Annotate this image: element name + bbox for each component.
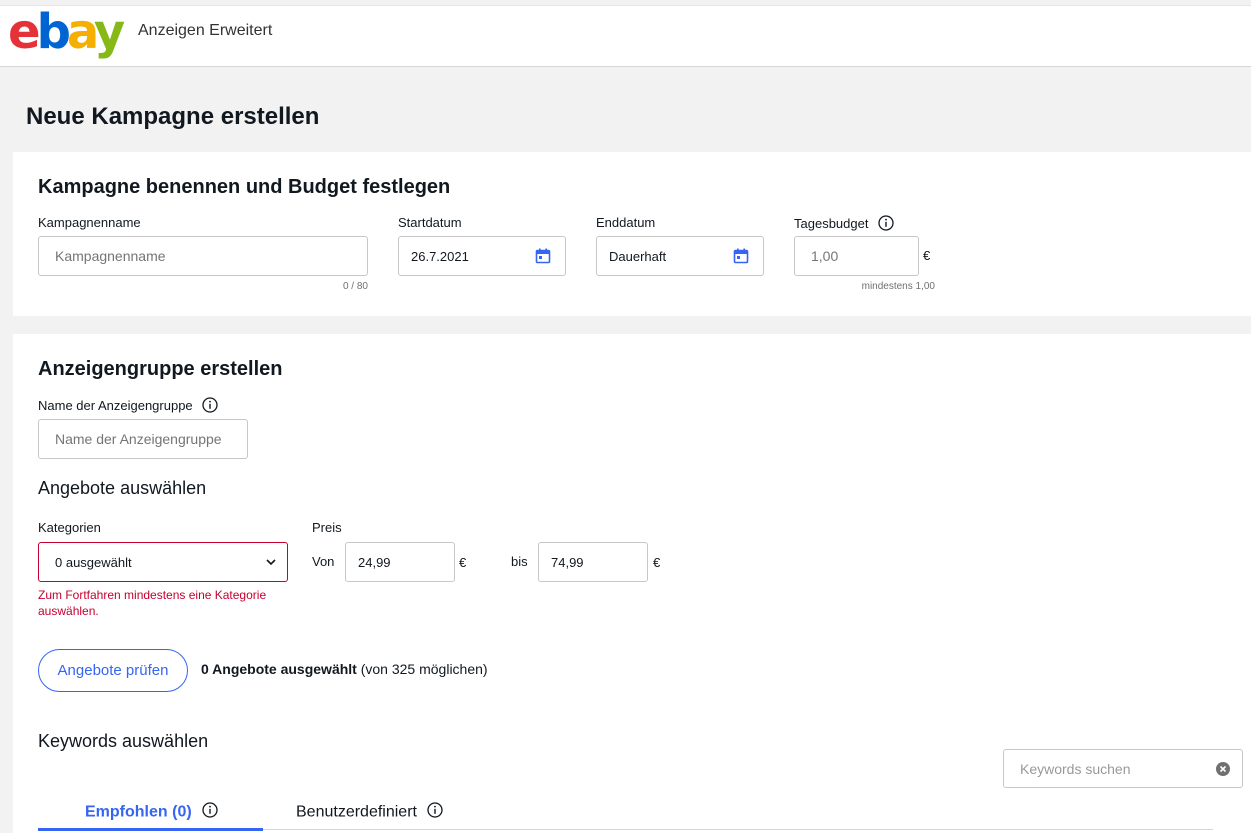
categories-value: 0 ausgewählt [55,554,132,570]
daily-budget-label: Tagesbudget [794,215,894,234]
tab-recommended[interactable]: Empfohlen (0) [85,802,218,823]
info-icon[interactable] [427,802,444,823]
campaign-name-counter: 0 / 80 [342,281,368,292]
price-to-value: 74,99 [551,554,584,570]
active-tab-indicator [38,828,263,831]
end-date-field[interactable]: Dauerhaft [596,236,764,276]
keywords-heading: Keywords auswählen [38,731,209,751]
ebay-logo[interactable]: ebay [8,2,125,62]
budget-hint: mindestens 1,00 [861,281,935,292]
daily-budget-input[interactable] [794,236,919,276]
price-from-currency: € [459,555,467,570]
end-date-label: Enddatum [596,215,656,230]
info-icon[interactable] [878,215,894,234]
adgroup-heading: Anzeigengruppe erstellen [38,358,283,380]
keywords-search-placeholder: Keywords suchen [1020,760,1131,777]
price-from-value: 24,99 [358,554,391,570]
selected-offers-count-rest: (von 325 möglichen) [356,661,488,677]
adgroup-card: Anzeigengruppe erstellen Name der Anzeig… [13,334,1251,833]
tab-recommended-label: Empfohlen (0) [85,803,192,821]
price-from-input[interactable]: 24,99 [345,542,455,582]
selected-offers-count: 0 Angebote ausgewählt (von 325 möglichen… [201,661,488,677]
campaign-name-input[interactable] [38,236,368,276]
tab-custom[interactable]: Benutzerdefiniert [296,802,444,823]
end-date-value: Dauerhaft [609,248,667,264]
selected-offers-count-bold: 0 Angebote ausgewählt [201,661,357,677]
info-icon[interactable] [202,397,218,416]
adgroup-name-label: Name der Anzeigengruppe [38,397,218,416]
adgroup-name-label-text: Name der Anzeigengruppe [38,397,193,413]
categories-error: Zum Fortfahren mindestens eine Kategorie… [38,588,267,618]
tab-custom-label: Benutzerdefiniert [296,803,417,821]
chevron-down-icon [265,556,277,571]
check-offers-button[interactable]: Angebote prüfen [38,649,188,692]
price-to-input[interactable]: 74,99 [538,542,648,582]
top-bar: ebay Anzeigen Erweitert [0,2,1251,67]
categories-label: Kategorien [38,520,101,535]
campaign-heading: Kampagne benennen und Budget festlegen [38,176,451,198]
price-to-currency: € [653,555,661,570]
start-date-value: 26.7.2021 [411,248,469,264]
categories-select[interactable]: 0 ausgewählt [38,542,288,582]
keywords-search-input[interactable]: Keywords suchen [1003,749,1243,788]
offers-heading: Angebote auswählen [38,478,207,498]
calendar-icon[interactable] [733,248,749,267]
campaign-card: Kampagne benennen und Budget festlegen K… [13,152,1251,316]
price-label: Preis [312,520,342,535]
start-date-label: Startdatum [398,215,462,230]
campaign-name-label: Kampagnenname [38,215,141,230]
calendar-icon[interactable] [535,248,551,267]
app-title: Anzeigen Erweitert [138,22,273,39]
clear-icon[interactable] [1216,762,1230,779]
price-from-label: Von [312,554,335,569]
budget-currency: € [923,248,931,263]
adgroup-name-input[interactable] [38,419,248,459]
info-icon[interactable] [202,802,218,823]
price-to-label: bis [511,554,528,569]
start-date-field[interactable]: 26.7.2021 [398,236,566,276]
page-title: Neue Kampagne erstellen [26,103,320,130]
daily-budget-label-text: Tagesbudget [794,215,869,231]
